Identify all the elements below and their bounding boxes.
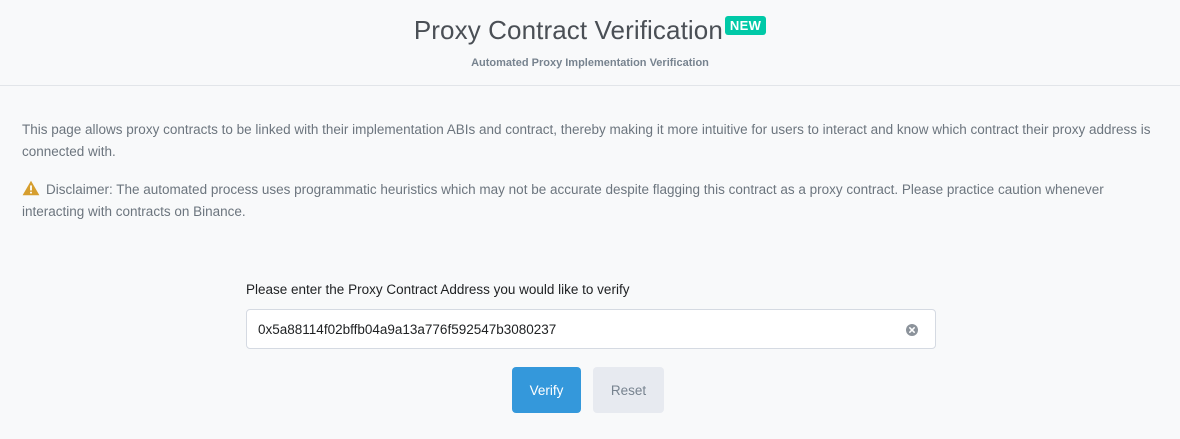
page-subtitle: Automated Proxy Implementation Verificat… [471, 57, 709, 69]
disclaimer-text: Disclaimer: The automated process uses p… [22, 182, 1104, 219]
intro-text: This page allows proxy contracts to be l… [22, 122, 1151, 159]
address-field-label: Please enter the Proxy Contract Address … [246, 282, 630, 297]
title-row: Proxy Contract Verification NEW [0, 12, 1180, 48]
clear-icon[interactable] [906, 324, 918, 336]
address-input-wrapper [246, 309, 936, 349]
warning-icon [22, 180, 40, 196]
new-badge: NEW [724, 16, 767, 35]
verify-button[interactable]: Verify [512, 367, 581, 413]
proxy-address-input[interactable] [258, 310, 898, 348]
page-title: Proxy Contract Verification [413, 15, 723, 45]
page-header: Proxy Contract Verification NEW Automated… [0, 0, 1180, 86]
page: Proxy Contract Verification NEW Automated… [0, 0, 1180, 439]
disclaimer: Disclaimer: The automated process uses p… [22, 179, 1158, 223]
reset-button[interactable]: Reset [593, 367, 664, 413]
